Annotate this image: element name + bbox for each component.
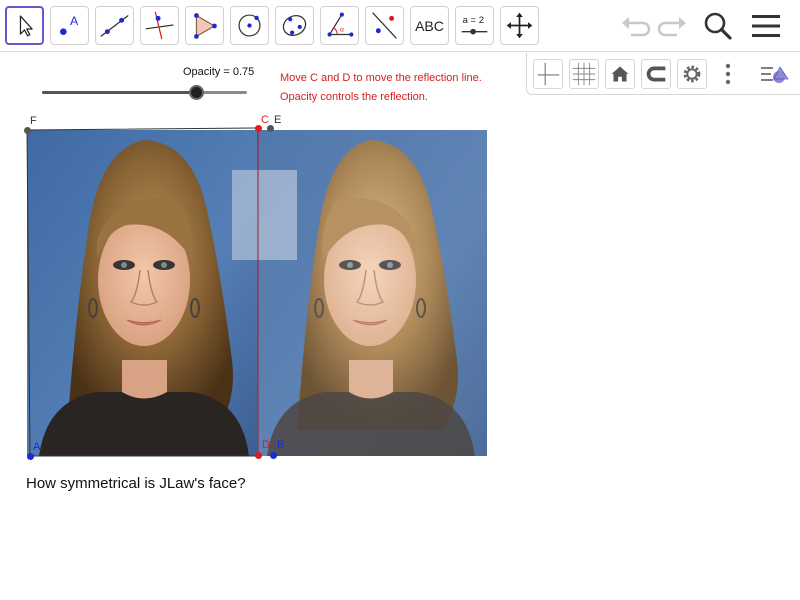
point-e-label: E [274,114,282,126]
move-arrows-icon [506,12,533,39]
point-capturing-button[interactable] [641,59,671,89]
menu-icon [752,15,780,37]
opacity-slider-thumb[interactable] [188,85,204,100]
axes-icon [537,62,560,86]
circle-icon [238,14,261,37]
point-f-label: F [30,115,37,127]
toolbar: A α ABC a = 2 [0,0,800,52]
toggle-axes-button[interactable] [533,59,563,89]
reflected-photo [257,130,487,456]
line-tool-button[interactable] [95,6,134,45]
redo-icon [657,17,686,37]
undo-icon [622,17,651,37]
polygon-tool-button[interactable] [185,6,224,45]
arrow-cursor-icon [19,15,33,37]
redo-button[interactable] [655,8,691,44]
point-e[interactable] [266,124,274,132]
search-button[interactable] [700,8,736,44]
polygon-icon [194,13,217,39]
point-d-label: D [262,439,270,451]
move-tool-button[interactable] [5,6,44,45]
opacity-slider-label: Opacity = 0.75 [183,66,255,78]
point-b[interactable] [269,451,277,459]
toggle-grid-button[interactable] [569,59,599,89]
conic-icon [282,15,307,36]
opacity-slider-fill [42,91,196,94]
angle-icon: α [327,12,354,37]
instruction-text-1: Move C and D to move the reflection line… [280,72,482,84]
home-icon [611,66,629,82]
gear-icon [683,65,701,83]
original-photo [27,130,258,456]
text-tool-button[interactable]: ABC [410,6,449,45]
graphics-style-bar [526,53,800,95]
reflect-about-line-icon [372,12,397,39]
circle-tool-button[interactable] [230,6,269,45]
point-capturing-icon [646,66,666,82]
point-d[interactable] [254,451,262,459]
graphics-settings-button[interactable] [677,59,707,89]
undo-button[interactable] [617,8,653,44]
opacity-slider[interactable] [42,85,247,100]
more-options-button[interactable] [713,59,743,89]
reflect-tool-button[interactable] [365,6,404,45]
point-b-label: B [277,439,285,451]
angle-tool-button[interactable]: α [320,6,359,45]
point-tool-letter: A [70,14,79,28]
svg-text:α: α [340,27,344,34]
main-menu-button[interactable] [748,8,784,44]
perpendicular-line-icon [145,11,174,40]
question-text: How symmetrical is JLaw's face? [26,475,246,492]
point-c-label: C [261,114,269,126]
point-a[interactable] [26,452,34,460]
more-icon [725,63,731,85]
conic-tool-button[interactable] [275,6,314,45]
slider-tool-label: a = 2 [463,15,484,26]
point-f[interactable] [23,126,31,134]
move-graphics-view-tool-button[interactable] [500,6,539,45]
algebra-view-toggle-icon [761,66,789,83]
standard-view-button[interactable] [605,59,635,89]
reflected-portrait-illustration [257,130,487,456]
point-tool-button[interactable]: A [50,6,89,45]
point-a-label: A [33,441,41,453]
perpendicular-line-tool-button[interactable] [140,6,179,45]
toggle-algebra-view-button[interactable] [759,59,789,89]
search-icon [704,12,732,40]
slider-icon: a = 2 [461,15,488,35]
grid-icon [572,62,596,86]
instruction-text-2: Opacity controls the reflection. [280,91,428,103]
portrait-illustration [27,130,258,456]
slider-tool-button[interactable]: a = 2 [455,6,494,45]
point-icon: A [60,14,79,35]
text-tool-label: ABC [415,17,444,34]
line-icon [100,15,129,37]
